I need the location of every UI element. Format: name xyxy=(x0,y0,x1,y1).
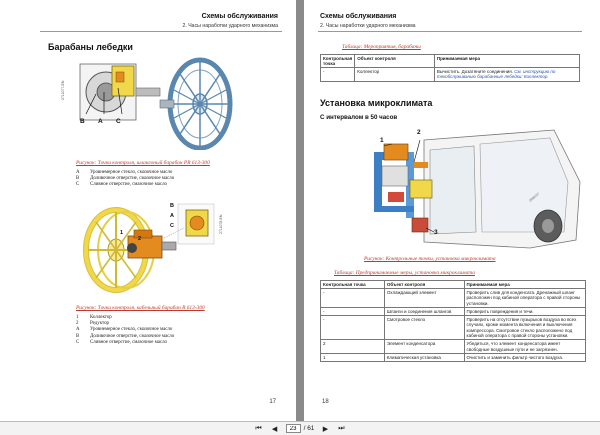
table-row: - Охлаждающий элемент Проверить слив для… xyxy=(320,288,587,308)
last-page-icon[interactable]: ⏭ xyxy=(336,425,346,433)
table-cell: Смотровое стекло xyxy=(383,315,465,341)
callout-label-2: 2 xyxy=(417,129,421,136)
first-page-icon[interactable]: ⏮ xyxy=(254,425,264,433)
hose-drum-illustration: 2711077-EN xyxy=(61,57,233,150)
previous-page-icon[interactable]: ◀ xyxy=(270,425,280,433)
table-cell: Охлаждающий элемент xyxy=(383,288,465,308)
table-measures-drums: Контрольная точка Объект контроля Приним… xyxy=(319,54,581,82)
header-divider xyxy=(40,31,282,32)
table-row: - Смотровое стекло Проверить на отсутств… xyxy=(320,315,587,341)
figure-legend: A Уровнемерное стекло, смазочное масло BД… xyxy=(76,170,174,189)
callout-label-c: C xyxy=(170,223,174,229)
total-pages: / 61 xyxy=(303,425,315,432)
subsection-title: С интервалом в 50 часов xyxy=(320,114,398,121)
climate-unit-illustration: 2990157 xyxy=(374,129,581,249)
column-header: Принимаемая мера xyxy=(433,54,581,68)
figure-legend: 1 Коллектор 2 Редуктор A Уровнемерное стекл… xyxy=(76,315,174,346)
legend-item: C Сливное отверстие, смазочное масло xyxy=(76,182,167,188)
hose-drum-wheel xyxy=(159,57,233,150)
column-header: Принимаемая мера xyxy=(463,280,587,289)
cable-drum-illustration: 2711078-EN xyxy=(83,203,223,293)
table-cell: 1 xyxy=(320,352,385,363)
callout-label-a: A xyxy=(98,118,103,125)
header-divider xyxy=(318,31,582,32)
table-row: 1 Климатическая установка Очистить и зам… xyxy=(320,352,587,363)
page-indicator: / 61 xyxy=(285,424,315,433)
viewer-toolbar: ⏮ ◀ / 61 ▶ ⏭ xyxy=(0,421,600,435)
hose-drum-gearbox xyxy=(79,63,161,121)
figure-caption: Рисунок: Контрольные точки, установка ми… xyxy=(364,256,496,262)
column-header: Контрольная точка xyxy=(319,54,356,68)
page-header-subtitle: 2. Часы наработки ударного механизма xyxy=(182,23,278,29)
callout-label-a: A xyxy=(170,213,174,219)
table-cell: - xyxy=(320,288,385,308)
document-page-left: Схемы обслуживания 2. Часы наработки уда… xyxy=(0,0,296,421)
callout-label-3: 3 xyxy=(434,229,438,236)
figure-caption: Рисунок: Точки контроля, кабельный бараб… xyxy=(76,305,205,311)
callout-label-1: 1 xyxy=(380,137,384,144)
current-page-input[interactable] xyxy=(285,424,301,433)
callout-label-c: C xyxy=(116,118,121,125)
section-title: Барабаны лебедки xyxy=(48,42,133,52)
figure-id-text: 2711078-EN xyxy=(219,214,223,234)
column-header: Объект контроля xyxy=(383,280,465,289)
figure-id-text: 2711077-EN xyxy=(61,80,65,100)
cable-drum-gearbox xyxy=(127,229,177,259)
table-cell: - xyxy=(320,315,385,341)
table-cell: Очистить и заменить фильтр чистого возду… xyxy=(463,352,587,363)
page-header-subtitle: 2. Часы наработки ударного механизма xyxy=(320,23,416,29)
measure-text: Вычистить. Дозатяните соединения. xyxy=(436,69,513,74)
table-cell: Вычистить. Дозатяните соединения. См. ин… xyxy=(433,67,581,82)
table-measures-climate: Контрольная точка Объект контроля Приним… xyxy=(320,280,587,363)
page-number: 17 xyxy=(269,399,276,405)
section-title: Установка микроклимата xyxy=(320,98,433,108)
table-cell: Климатическая установка xyxy=(383,352,465,363)
table-cell: Элемент конденсатора xyxy=(383,339,465,354)
legend-item: C Сливное отверстие, смазочное масло xyxy=(76,339,167,345)
next-page-icon[interactable]: ▶ xyxy=(320,425,330,433)
figure-caption: Рисунок: Точки контроля, шлангоный бараб… xyxy=(76,160,210,166)
table-row: 2 Элемент конденсатора Убедиться, что эл… xyxy=(320,339,587,354)
callout-label-1: 1 xyxy=(120,230,124,236)
table-cell: - xyxy=(319,67,356,82)
table-header-row: Контрольная точка Объект контроля Приним… xyxy=(319,54,581,68)
column-header: Объект контроля xyxy=(354,54,435,68)
table-cell: Убедиться, что элемент конденсатора имее… xyxy=(463,339,587,354)
column-header: Контрольная точка xyxy=(320,280,385,289)
table-caption: Таблица: Мероприятия, барабаны xyxy=(342,44,421,50)
table-caption: Таблица: Предпринимаемые меры, установка… xyxy=(334,270,475,276)
callout-label-2: 2 xyxy=(138,236,142,242)
callout-label-b: B xyxy=(170,203,174,209)
table-cell: Шланги и соединения шлангов xyxy=(383,306,465,317)
page-number: 18 xyxy=(322,399,329,405)
table-cell: Коллектор xyxy=(354,67,435,82)
callout-label-b: B xyxy=(80,118,85,125)
table-cell: Проверить слив для конденсата. Дренажный… xyxy=(463,288,587,308)
table-row: - Шланги и соединения шлангов Проверить … xyxy=(320,306,587,317)
document-page-right: Схемы обслуживания 2. Часы наработки уда… xyxy=(304,0,600,421)
table-header-row: Контрольная точка Объект контроля Приним… xyxy=(320,280,587,289)
table-cell: Проверить повреждения и течи. xyxy=(463,306,587,317)
table-cell: 2 xyxy=(320,339,385,354)
page-header-title: Схемы обслуживания xyxy=(201,13,278,20)
operator-cabin: 2990157 xyxy=(423,129,581,249)
table-cell: Проверить на отсутствие пузырьков воздух… xyxy=(463,315,587,341)
table-cell: - xyxy=(320,306,385,317)
table-row: - Коллектор Вычистить. Дозатяните соедин… xyxy=(319,67,581,82)
page-header-title: Схемы обслуживания xyxy=(320,13,397,20)
